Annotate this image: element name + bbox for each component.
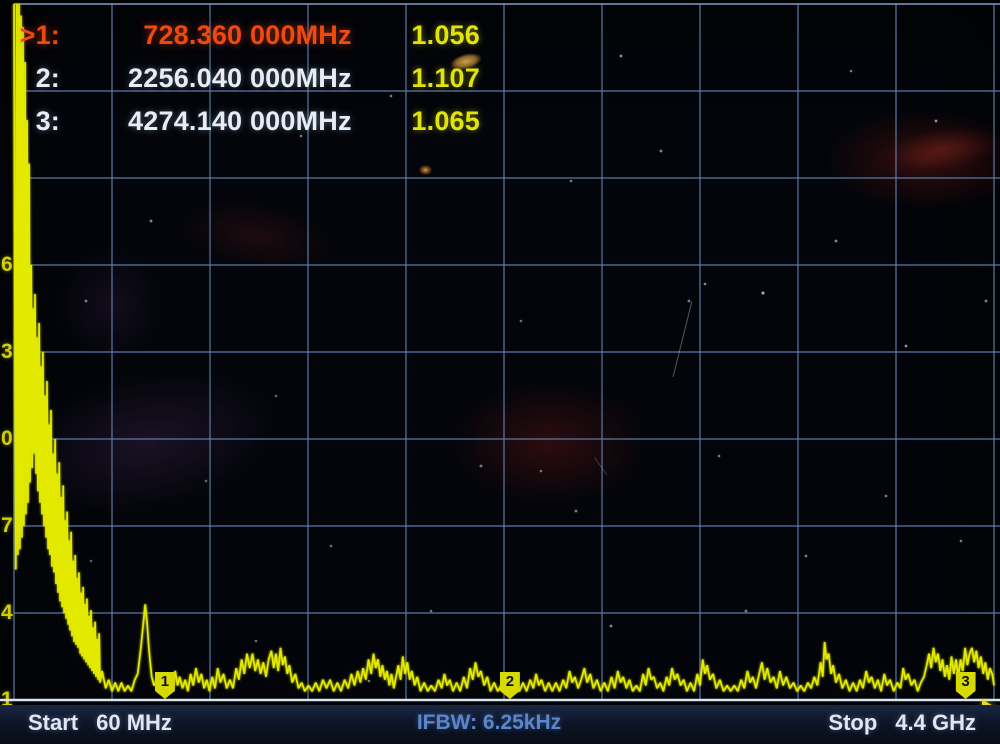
stop-label: Stop (828, 710, 877, 735)
marker-readout: >1: 728.360 000MHz 1.056 2: 2256.040 000… (10, 14, 480, 143)
marker-frequency: 2256.040 000MHz (68, 57, 352, 100)
marker-frequency: 728.360 000MHz (68, 14, 352, 57)
start-label: Start (28, 710, 78, 735)
marker-id: 3: (10, 100, 60, 143)
marker-swr-value: 1.056 (411, 14, 480, 57)
marker-flag-digit: 1 (161, 673, 169, 690)
marker-swr-value: 1.065 (411, 100, 480, 143)
ifbw-setting[interactable]: IFBW: 6.25kHz (417, 711, 561, 735)
marker-readout-row-3[interactable]: 3: 4274.140 000MHz 1.065 (10, 100, 480, 143)
start-value: 60 MHz (96, 710, 172, 735)
analyzer-screen: 630741 1 2 3 >1: 728.360 000MHz 1.056 2:… (0, 0, 1000, 744)
stop-value: 4.4 GHz (895, 710, 976, 735)
marker-id: 2: (10, 57, 60, 100)
marker-readout-row-2[interactable]: 2: 2256.040 000MHz 1.107 (10, 57, 480, 100)
marker-id: >1: (10, 14, 60, 57)
marker-frequency: 4274.140 000MHz (68, 100, 352, 143)
marker-readout-row-1[interactable]: >1: 728.360 000MHz 1.056 (10, 14, 480, 57)
start-frequency[interactable]: Start 60 MHz (28, 710, 172, 736)
status-bar: Start 60 MHz IFBW: 6.25kHz Stop 4.4 GHz (0, 705, 1000, 744)
marker-flag-digit: 3 (961, 673, 969, 690)
marker-swr-value: 1.107 (411, 57, 480, 100)
stop-frequency[interactable]: Stop 4.4 GHz (828, 710, 976, 736)
marker-flag-digit: 2 (506, 673, 514, 690)
